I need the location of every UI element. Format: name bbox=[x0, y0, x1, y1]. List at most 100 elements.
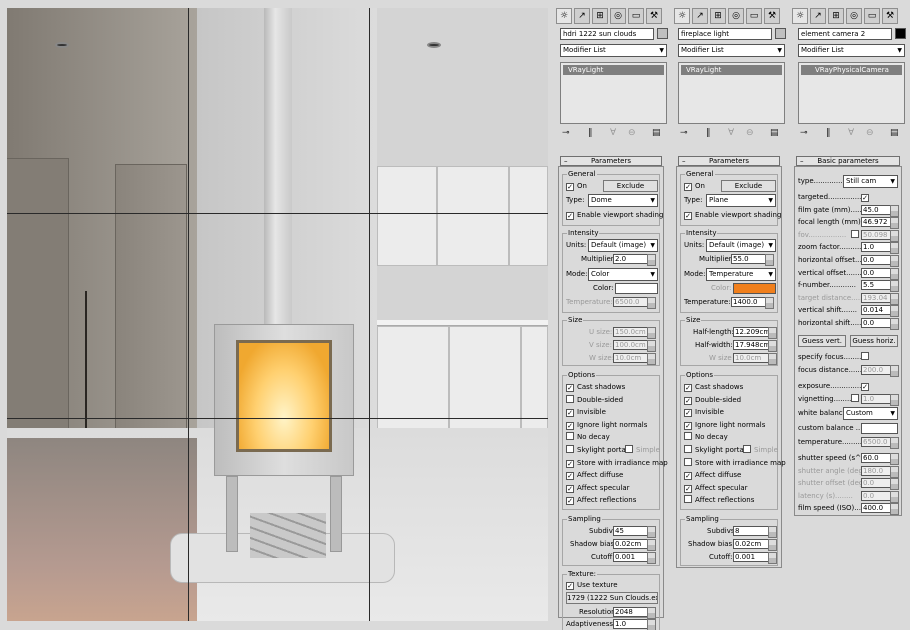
option-checkbox[interactable]: ✓ Double-sided bbox=[684, 395, 741, 405]
rollout-header[interactable]: – Parameters bbox=[560, 156, 662, 166]
camera-param-spinner[interactable]: 0.0 bbox=[861, 255, 899, 267]
pin-icon[interactable]: ⊸ bbox=[680, 128, 688, 138]
v-size-spinner[interactable]: 100.0cm bbox=[613, 340, 656, 352]
remove-icon[interactable]: ⊖ bbox=[746, 128, 754, 138]
viewport[interactable] bbox=[7, 8, 548, 621]
unique-icon[interactable]: ∀ bbox=[728, 128, 734, 138]
camera-param-spinner[interactable]: 0.0 bbox=[861, 267, 899, 280]
camera-param-spinner[interactable]: 0.014 bbox=[861, 305, 899, 318]
show-end-icon[interactable]: ‖ bbox=[588, 128, 593, 138]
motion-icon[interactable]: ◎ bbox=[846, 8, 862, 24]
subdivs-spinner[interactable]: 8 bbox=[733, 526, 777, 538]
modifier-list[interactable]: Modifier List bbox=[798, 44, 905, 57]
option-checkbox[interactable]: ✓ Store with irradiance map bbox=[566, 458, 668, 468]
unique-icon[interactable]: ∀ bbox=[610, 128, 616, 138]
sun-icon[interactable]: ☼ bbox=[556, 8, 572, 24]
white-balance-dropdown[interactable]: Custom bbox=[843, 407, 898, 420]
camera-param-spinner[interactable]: 45.0 bbox=[861, 204, 899, 217]
stack-item[interactable]: VRayPhysicalCamera bbox=[801, 65, 902, 75]
u-size-spinner[interactable]: 150.0cm bbox=[613, 327, 656, 339]
hierarchy-icon[interactable]: ⊞ bbox=[828, 8, 844, 24]
camera-param-spinner[interactable]: 400.0 bbox=[861, 503, 899, 516]
show-end-icon[interactable]: ‖ bbox=[706, 128, 711, 138]
stack-item[interactable]: VRayLight bbox=[563, 65, 664, 75]
use-texture-checkbox[interactable]: ✓ Use texture bbox=[566, 580, 618, 590]
camera-param-spinner[interactable]: 46.972 bbox=[861, 217, 899, 230]
on-checkbox[interactable]: ✓ On bbox=[684, 181, 705, 191]
on-checkbox[interactable]: ✓ On bbox=[566, 181, 587, 191]
half-length-spinner[interactable]: 12.209cm bbox=[733, 327, 777, 339]
hierarchy-icon[interactable]: ⊞ bbox=[710, 8, 726, 24]
cutoff-spinner[interactable]: 0.001 bbox=[613, 552, 656, 564]
object-name-field[interactable]: fireplace light bbox=[678, 28, 772, 40]
show-end-icon[interactable]: ‖ bbox=[826, 128, 831, 138]
camera-param-spinner[interactable]: 0.0 bbox=[861, 490, 899, 503]
camera-type-dropdown[interactable]: Still cam bbox=[843, 175, 898, 188]
w-size-spinner[interactable]: 10.0cm bbox=[733, 353, 777, 365]
camera-param-spinner[interactable]: 193.04 bbox=[861, 292, 899, 305]
option-checkbox[interactable]: Double-sided bbox=[566, 394, 623, 405]
remove-icon[interactable]: ⊖ bbox=[866, 128, 874, 138]
viewport-shading-checkbox[interactable]: ✓ Enable viewport shading bbox=[684, 210, 781, 220]
modifier-list[interactable]: Modifier List bbox=[560, 44, 667, 57]
units-dropdown[interactable]: Default (image) bbox=[706, 239, 776, 252]
camera-param-spinner[interactable]: 50.098 bbox=[861, 229, 899, 242]
temperature-spinner[interactable]: 1400.0 bbox=[731, 297, 774, 309]
curve-icon[interactable]: ↗ bbox=[574, 8, 590, 24]
curve-icon[interactable]: ↗ bbox=[692, 8, 708, 24]
display-icon[interactable]: ▭ bbox=[628, 8, 644, 24]
hammer-icon[interactable]: ⚒ bbox=[882, 8, 898, 24]
temperature-spinner[interactable]: 6500.0 bbox=[861, 437, 899, 449]
half-width-spinner[interactable]: 17.948cm bbox=[733, 340, 777, 352]
object-color-swatch[interactable] bbox=[775, 28, 786, 39]
configure-icon[interactable]: ▤ bbox=[890, 128, 899, 138]
modifier-stack[interactable]: VRayLight bbox=[560, 62, 667, 124]
option-checkbox[interactable]: ✓ Affect reflections bbox=[566, 495, 636, 506]
camera-param-spinner[interactable]: 5.5 bbox=[861, 280, 899, 293]
color-swatch[interactable] bbox=[733, 283, 776, 294]
focus-distance-spinner[interactable]: 200.0 bbox=[861, 365, 899, 377]
hammer-icon[interactable]: ⚒ bbox=[646, 8, 662, 24]
vignetting-spinner[interactable]: 1.0 bbox=[861, 394, 899, 406]
camera-param-spinner[interactable]: 180.0 bbox=[861, 465, 899, 478]
option-checkbox[interactable]: ✓ Cast shadows bbox=[684, 382, 743, 392]
rollout-header[interactable]: – Basic parameters bbox=[796, 156, 900, 166]
cutoff-spinner[interactable]: 0.001 bbox=[733, 552, 777, 564]
multiplier-spinner[interactable]: 2.0 bbox=[613, 254, 656, 266]
specify-focus-checkbox[interactable] bbox=[861, 352, 872, 362]
sun-icon[interactable]: ☼ bbox=[674, 8, 690, 24]
configure-icon[interactable]: ▤ bbox=[652, 128, 661, 138]
mode-dropdown[interactable]: Temperature bbox=[706, 268, 776, 281]
option-checkbox[interactable]: ✓ Affect specular bbox=[566, 483, 630, 493]
w-size-spinner[interactable]: 10.0cm bbox=[613, 353, 656, 365]
display-icon[interactable]: ▭ bbox=[864, 8, 880, 24]
adaptiveness-spinner[interactable]: 1.0 bbox=[613, 619, 656, 630]
display-icon[interactable]: ▭ bbox=[746, 8, 762, 24]
exposure-checkbox[interactable]: ✓ bbox=[861, 381, 872, 391]
type-dropdown[interactable]: Plane bbox=[706, 194, 776, 207]
object-name-field[interactable]: element camera 2 bbox=[798, 28, 892, 40]
modifier-list[interactable]: Modifier List bbox=[678, 44, 785, 57]
option-checkbox[interactable]: Skylight portal bbox=[684, 445, 746, 455]
option-checkbox[interactable]: ✓ Invisible bbox=[566, 407, 606, 418]
configure-icon[interactable]: ▤ bbox=[770, 128, 779, 138]
option-checkbox[interactable]: ✓ Invisible bbox=[684, 407, 724, 418]
mode-dropdown[interactable]: Color bbox=[588, 268, 658, 281]
simple-checkbox[interactable]: Simple bbox=[625, 445, 660, 455]
curve-icon[interactable]: ↗ bbox=[810, 8, 826, 24]
option-checkbox[interactable]: Store with irradiance map bbox=[684, 457, 786, 468]
object-name-field[interactable]: hdri 1222 sun clouds bbox=[560, 28, 654, 40]
resolution-spinner[interactable]: 2048 bbox=[613, 607, 656, 619]
motion-icon[interactable]: ◎ bbox=[610, 8, 626, 24]
shadow-bias-spinner[interactable]: 0.02cm bbox=[613, 539, 656, 551]
option-checkbox[interactable]: ✓ Ignore light normals bbox=[684, 420, 765, 430]
type-dropdown[interactable]: Dome bbox=[588, 194, 658, 207]
hierarchy-icon[interactable]: ⊞ bbox=[592, 8, 608, 24]
pin-icon[interactable]: ⊸ bbox=[800, 128, 808, 138]
units-dropdown[interactable]: Default (image) bbox=[588, 239, 658, 252]
color-swatch[interactable] bbox=[615, 283, 658, 294]
camera-param-spinner[interactable]: 0.0 bbox=[861, 318, 899, 330]
option-checkbox[interactable]: No decay bbox=[566, 432, 610, 442]
targeted-checkbox[interactable]: ✓ bbox=[861, 192, 872, 202]
guess-vert-button[interactable]: Guess vert. bbox=[798, 335, 846, 347]
